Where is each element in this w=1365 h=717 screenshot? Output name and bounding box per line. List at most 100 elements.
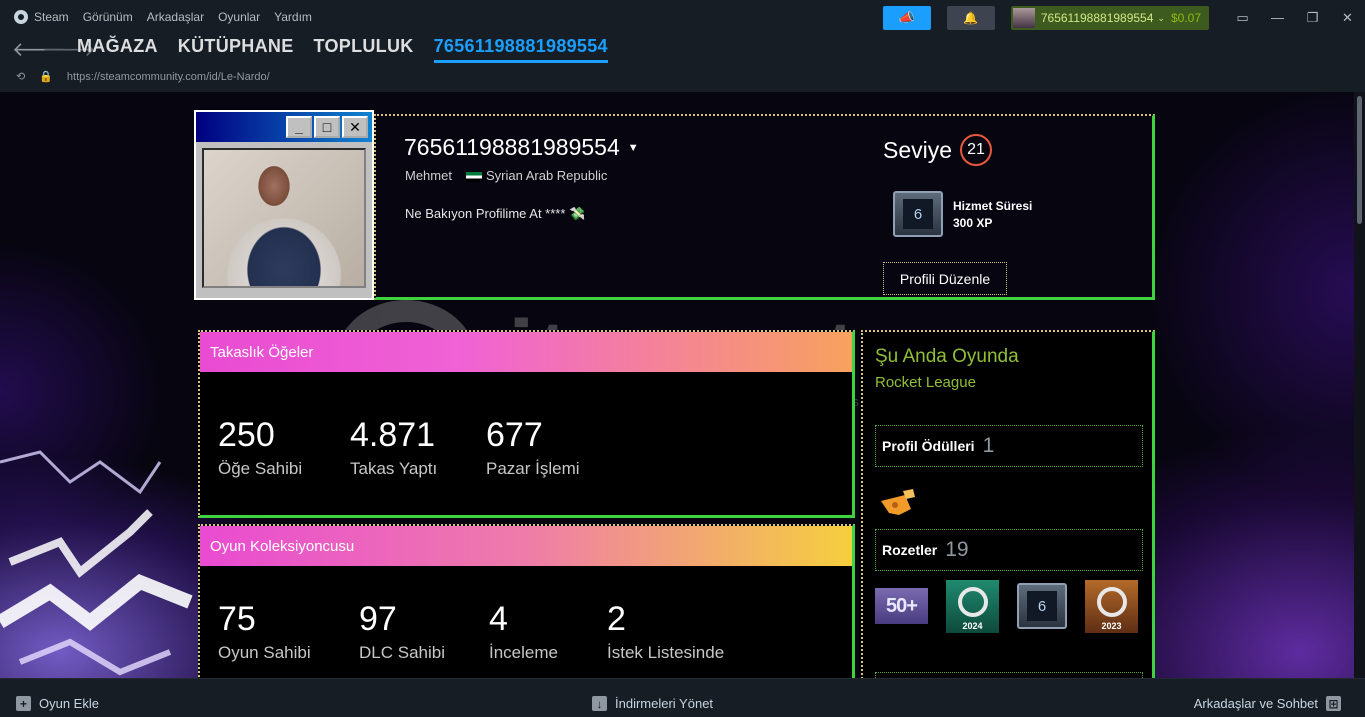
add-game-button[interactable]: + Oyun Ekle <box>16 696 99 711</box>
add-game-label: Oyun Ekle <box>39 696 99 711</box>
favorite-badge-info: Hizmet Süresi 300 XP <box>953 198 1032 232</box>
stat-label: Oyun Sahibi <box>218 643 311 662</box>
stat-value: 75 <box>218 600 256 638</box>
scrollbar-thumb[interactable] <box>1357 96 1362 224</box>
announcements-button[interactable]: 📣 <box>882 6 931 30</box>
megaphone-icon: 📣 <box>898 10 915 25</box>
stat-reviews[interactable]: 4 İnceleme <box>489 600 607 663</box>
badge-list: 50+ 2024 6 2023 <box>875 580 1138 633</box>
stat-games-owned[interactable]: 75 Oyun Sahibi <box>218 600 359 663</box>
nav-row: 🡐 🡒 MAĞAZA KÜTÜPHANE TOPLULUK 7656119888… <box>12 36 608 63</box>
persona-name[interactable]: 76561198881989554 ▼ <box>404 134 639 161</box>
chevron-down-icon: ⌄ <box>1157 12 1165 23</box>
trade-stats: 250 Öğe Sahibi 4.871 Takas Yaptı 677 Paz… <box>218 416 626 479</box>
whistle-award-icon[interactable] <box>879 487 919 519</box>
badges-link[interactable]: Rozetler 19 <box>875 529 1143 571</box>
menu-item-friends[interactable]: Arkadaşlar <box>147 10 204 24</box>
url-bar: ⟲ 🔒 https://steamcommunity.com/id/Le-Nar… <box>16 70 270 84</box>
window-controls: ▭ — ❐ ✕ <box>1225 10 1365 26</box>
page-scrollbar[interactable] <box>1354 92 1365 678</box>
caret-down-icon[interactable]: ▼ <box>628 142 639 154</box>
badge-50-plus[interactable]: 50+ <box>875 588 928 624</box>
favorite-badge[interactable]: 6 <box>893 191 943 237</box>
close-icon[interactable]: ✕ <box>1330 10 1365 26</box>
years-of-service-icon: 6 <box>903 199 933 229</box>
tab-store[interactable]: MAĞAZA <box>77 36 158 63</box>
collector-stats: 75 Oyun Sahibi 97 DLC Sahibi 4 İnceleme … <box>218 600 757 663</box>
stat-trades-made[interactable]: 4.871 Takas Yaptı <box>350 416 486 479</box>
profile-awards-count: 1 <box>982 434 995 457</box>
profile-summary: Ne Bakıyon Profilime At **** 💸 <box>405 206 586 221</box>
steam-icon <box>957 586 988 617</box>
badge-steam-2024[interactable]: 2024 <box>946 580 999 633</box>
plus-icon: + <box>16 696 31 711</box>
profile-awards-link[interactable]: Profil Ödülleri 1 <box>875 425 1143 467</box>
stat-label: İnceleme <box>489 643 558 662</box>
tab-community[interactable]: TOPLULUK <box>314 36 414 63</box>
account-avatar <box>1012 8 1035 28</box>
badge-years-of-service[interactable]: 6 <box>1017 583 1067 629</box>
back-arrow-icon[interactable]: 🡐 <box>12 37 66 62</box>
favorite-badge-name: Hizmet Süresi <box>953 199 1033 213</box>
avatar-frame[interactable]: _ □ ✕ <box>194 110 374 300</box>
minimize-icon[interactable]: — <box>1260 10 1295 26</box>
right-column: Şu Anda Oyunda Rocket League Profil Ödül… <box>861 330 1155 678</box>
big-picture-icon[interactable]: ▭ <box>1225 10 1260 26</box>
stat-label: Pazar İşlemi <box>486 459 580 478</box>
stat-market-transactions[interactable]: 677 Pazar İşlemi <box>486 416 626 479</box>
real-name-location: Mehmet Syrian Arab Republic <box>405 168 607 183</box>
menu-item-games[interactable]: Oyunlar <box>218 10 260 24</box>
badges-count: 19 <box>945 538 969 561</box>
showcase-title: Takaslık Öğeler <box>200 332 852 372</box>
download-icon: ↓ <box>592 696 607 711</box>
friends-icon: ⊞ <box>1326 696 1341 711</box>
tab-library[interactable]: KÜTÜPHANE <box>178 36 294 63</box>
stat-value: 677 <box>486 416 543 454</box>
friends-chat-label: Arkadaşlar ve Sohbet <box>1193 696 1318 711</box>
stat-value: 2 <box>607 600 626 638</box>
stat-label: DLC Sahibi <box>359 643 445 662</box>
account-menu[interactable]: 76561198881989554 ⌄ $0.07 <box>1010 6 1209 30</box>
stat-dlc-owned[interactable]: 97 DLC Sahibi <box>359 600 489 663</box>
account-name: 76561198881989554 <box>1040 11 1154 25</box>
tab-profile[interactable]: 76561198881989554 <box>433 36 608 63</box>
stat-items-owned[interactable]: 250 Öğe Sahibi <box>218 416 350 479</box>
ingame-game-link[interactable]: Rocket League <box>875 374 976 391</box>
maximize-icon[interactable]: ❐ <box>1295 10 1330 26</box>
stat-value: 4.871 <box>350 416 436 454</box>
ingame-header: Şu Anda Oyunda <box>875 346 1019 367</box>
edit-profile-button[interactable]: Profili Düzenle <box>883 262 1007 295</box>
stat-label: Öğe Sahibi <box>218 459 303 478</box>
bell-icon: 🔔 <box>963 11 979 25</box>
frame-minimize-icon: _ <box>286 116 312 138</box>
badge-steam-2023[interactable]: 2023 <box>1085 580 1138 633</box>
forward-arrow-icon[interactable]: 🡒 <box>42 37 96 62</box>
favorite-badge-xp: 300 XP <box>953 216 993 230</box>
manage-downloads-button[interactable]: ↓ İndirmeleri Yönet <box>592 696 713 711</box>
profile-page: itemsatış HESAP / SKIN / ITEM / E-PIN .c… <box>0 92 1354 678</box>
level-badge[interactable]: 21 <box>960 134 993 166</box>
country-name: Syrian Arab Republic <box>485 168 608 183</box>
avatar <box>202 148 366 288</box>
steam-menu[interactable]: Steam <box>14 10 69 24</box>
menu-item-view[interactable]: Görünüm <box>83 10 133 24</box>
lock-icon: 🔒 <box>39 71 53 83</box>
stat-label: Takas Yaptı <box>350 459 438 478</box>
title-bar: Steam Görünüm Arkadaşlar Oyunlar Yardım … <box>0 0 1365 92</box>
stat-value: 250 <box>218 416 275 454</box>
manage-downloads-label: İndirmeleri Yönet <box>615 696 714 711</box>
years-of-service-icon: 6 <box>1027 591 1057 621</box>
reload-icon[interactable]: ⟲ <box>16 70 25 83</box>
notifications-button[interactable]: 🔔 <box>946 6 995 30</box>
level-display: Seviye 21 <box>883 134 993 166</box>
stat-wishlist[interactable]: 2 İstek Listesinde <box>607 600 757 663</box>
persona-name-text: 76561198881989554 <box>404 134 620 160</box>
top-right-controls: 📣 🔔 76561198881989554 ⌄ $0.07 ▭ — ❐ ✕ <box>882 6 1365 30</box>
friends-chat-button[interactable]: Arkadaşlar ve Sohbet ⊞ <box>1194 696 1341 711</box>
stat-value: 4 <box>489 600 508 638</box>
url-text[interactable]: https://steamcommunity.com/id/Le-Nardo/ <box>67 71 270 83</box>
stat-label: İstek Listesinde <box>607 643 725 662</box>
frame-close-icon: ✕ <box>342 116 368 138</box>
menu-item-help[interactable]: Yardım <box>274 10 312 24</box>
nav-tabs: MAĞAZA KÜTÜPHANE TOPLULUK 76561198881989… <box>77 36 608 63</box>
